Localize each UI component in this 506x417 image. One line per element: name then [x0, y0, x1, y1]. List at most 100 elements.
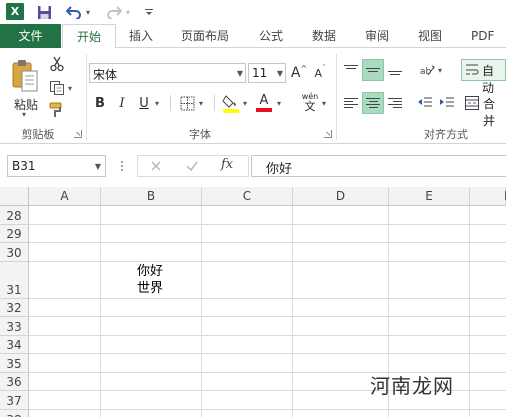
- enter-icon[interactable]: [185, 159, 199, 176]
- row-header-35[interactable]: 35: [0, 354, 29, 373]
- font-color-label: A: [259, 93, 269, 108]
- orientation-icon[interactable]: ab: [416, 59, 438, 81]
- decrease-caret-icon: ˇ: [322, 64, 326, 72]
- align-middle-icon[interactable]: [362, 59, 384, 81]
- copy-icon[interactable]: [48, 79, 66, 97]
- format-painter-icon[interactable]: [48, 101, 66, 119]
- row-header-33[interactable]: 33: [0, 317, 29, 336]
- insert-function-icon[interactable]: fx: [221, 157, 233, 172]
- align-right-icon[interactable]: [384, 92, 406, 114]
- font-color-button[interactable]: A: [255, 92, 273, 114]
- phonetic-guide-button[interactable]: wén 文: [299, 92, 321, 114]
- save-icon[interactable]: [36, 3, 52, 21]
- font-launcher-icon[interactable]: [324, 130, 332, 138]
- align-top-icon[interactable]: [340, 59, 362, 81]
- tab-page-layout[interactable]: 页面布局: [181, 24, 229, 48]
- underline-button[interactable]: U: [136, 93, 152, 113]
- column-header-b[interactable]: B: [101, 187, 202, 206]
- font-name-select[interactable]: 宋体 ▼: [89, 63, 246, 83]
- row-header-34[interactable]: 34: [0, 336, 29, 354]
- ribbon-home: 粘贴 ▾ ▾ 剪贴板 宋体 ▼ 11 ▼ A ^ Aˇ B I U ▾ ▾ ▾ A: [0, 48, 506, 144]
- tab-pdf[interactable]: PDF工: [471, 24, 506, 67]
- underline-dropdown-icon[interactable]: ▾: [155, 99, 159, 108]
- group-divider: [336, 54, 337, 140]
- fill-color-dropdown-icon[interactable]: ▾: [243, 99, 247, 108]
- tab-insert[interactable]: 插入: [129, 24, 153, 48]
- row-header-37[interactable]: 37: [0, 391, 29, 410]
- column-header-a[interactable]: A: [29, 187, 101, 206]
- wrap-text-label: 自动: [482, 64, 495, 95]
- formula-bar-grip-icon[interactable]: [121, 160, 123, 172]
- watermark: 河南龙网: [370, 374, 454, 398]
- customize-qat-icon[interactable]: [144, 3, 154, 21]
- tab-home[interactable]: 开始: [62, 24, 116, 49]
- name-box[interactable]: B31 ▼: [7, 155, 106, 177]
- tab-data[interactable]: 数据: [312, 24, 336, 48]
- gridline: [29, 298, 506, 299]
- borders-dropdown-icon[interactable]: ▾: [199, 99, 203, 108]
- align-center-icon[interactable]: [362, 92, 384, 114]
- row-header-38[interactable]: 38: [0, 410, 29, 417]
- font-name-value: 宋体: [93, 68, 118, 82]
- gridline: [29, 316, 506, 317]
- cell-b31-line2: 世界: [137, 281, 164, 296]
- cut-icon[interactable]: [48, 55, 66, 73]
- row-header-32[interactable]: 32: [0, 299, 29, 317]
- gridline: [29, 353, 506, 354]
- cancel-icon[interactable]: [149, 159, 163, 176]
- row-header-29[interactable]: 29: [0, 225, 29, 243]
- italic-button[interactable]: I: [114, 93, 130, 113]
- paste-icon: [12, 60, 38, 92]
- undo-icon[interactable]: [66, 3, 82, 21]
- paste-dropdown-icon[interactable]: ▾: [22, 110, 26, 119]
- gridline: [29, 335, 506, 336]
- chevron-down-icon: ▼: [94, 162, 101, 171]
- copy-dropdown-icon[interactable]: ▾: [68, 84, 72, 93]
- phonetic-bottom-label: 文: [304, 100, 316, 113]
- row-header-28[interactable]: 28: [0, 206, 29, 225]
- chevron-down-icon: ▼: [276, 69, 283, 78]
- cell-b31[interactable]: 你好 世界: [101, 262, 201, 298]
- gridline: [292, 206, 293, 417]
- clipboard-launcher-icon[interactable]: [74, 130, 82, 138]
- wrap-text-button[interactable]: 自动: [461, 59, 506, 95]
- row-header-30[interactable]: 30: [0, 243, 29, 262]
- font-color-dropdown-icon[interactable]: ▾: [277, 99, 281, 108]
- formula-value: 你好: [266, 162, 293, 177]
- tab-formulas[interactable]: 公式: [259, 24, 283, 48]
- tab-review[interactable]: 审阅: [365, 24, 389, 48]
- paste-button[interactable]: 粘贴 ▾: [8, 56, 44, 119]
- redo-icon: [106, 3, 122, 21]
- decrease-indent-icon[interactable]: [414, 92, 436, 114]
- select-all-corner[interactable]: [0, 187, 29, 206]
- font-size-value: 11: [252, 66, 268, 80]
- align-left-icon[interactable]: [340, 92, 362, 114]
- font-group-label: 字体: [189, 128, 211, 141]
- gridline: [29, 224, 506, 225]
- merge-center-button[interactable]: 合并: [463, 92, 506, 128]
- cell-b31-line1: 你好: [137, 264, 164, 279]
- row-header-31[interactable]: 31: [0, 262, 29, 299]
- gridline: [201, 206, 202, 417]
- column-header-c[interactable]: C: [202, 187, 293, 206]
- grow-font-button[interactable]: A ^: [291, 63, 307, 83]
- increase-indent-icon[interactable]: [436, 92, 458, 114]
- increase-caret-icon: ^: [300, 63, 308, 73]
- worksheet-grid: A B C D E F 28 29 30 31 32 33 34 35 36 3…: [0, 187, 506, 417]
- orientation-dropdown-icon[interactable]: ▾: [438, 66, 442, 75]
- shrink-font-button[interactable]: Aˇ: [312, 63, 328, 83]
- tab-view[interactable]: 视图: [418, 24, 442, 48]
- column-header-f[interactable]: F: [470, 187, 506, 206]
- row-header-36[interactable]: 36: [0, 373, 29, 391]
- column-header-e[interactable]: E: [389, 187, 470, 206]
- tab-file[interactable]: 文件: [0, 24, 61, 48]
- formula-input[interactable]: 你好: [251, 155, 506, 177]
- undo-dropdown-icon[interactable]: ▾: [84, 3, 92, 21]
- fill-color-icon[interactable]: [222, 92, 240, 114]
- column-header-d[interactable]: D: [293, 187, 389, 206]
- phonetic-dropdown-icon[interactable]: ▾: [322, 99, 326, 108]
- borders-icon[interactable]: [178, 94, 196, 112]
- align-bottom-icon[interactable]: [384, 59, 406, 81]
- font-size-select[interactable]: 11 ▼: [248, 63, 286, 83]
- bold-button[interactable]: B: [92, 93, 108, 113]
